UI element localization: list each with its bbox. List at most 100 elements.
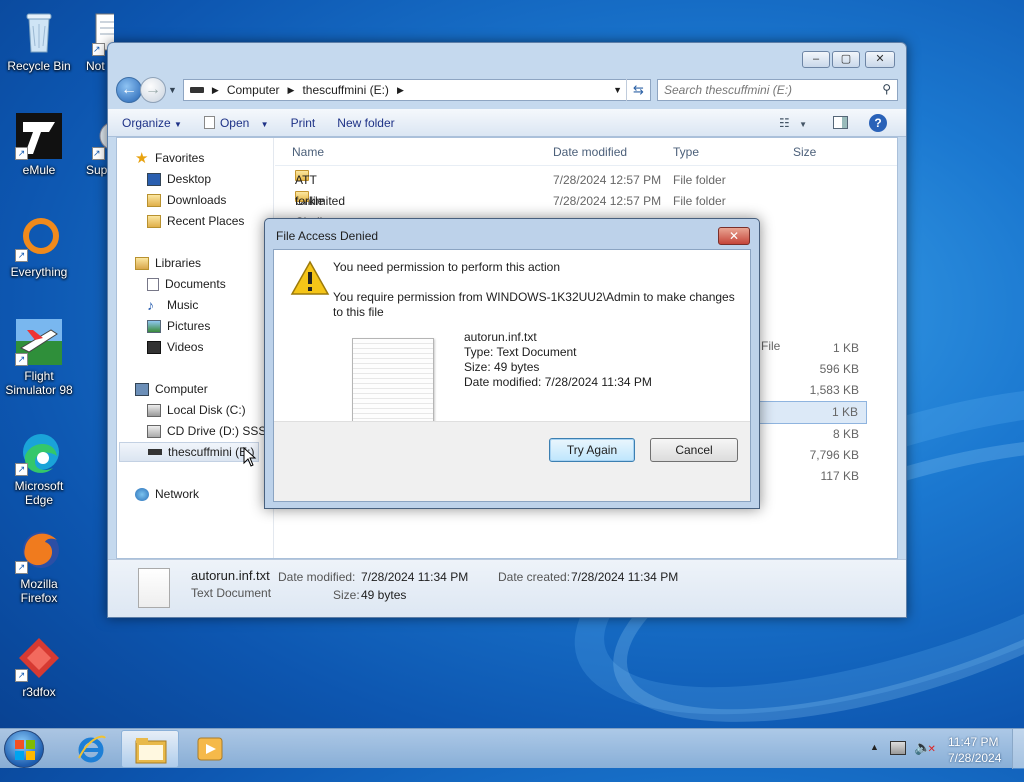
everything-icon: ↗ (15, 214, 63, 262)
start-button[interactable] (4, 730, 44, 768)
view-options-icon[interactable]: ☷ ▼ (779, 116, 807, 130)
nav-computer[interactable]: Computer (135, 379, 208, 399)
try-again-button[interactable]: Try Again (549, 438, 635, 462)
libraries-icon (135, 256, 149, 270)
print-button[interactable]: Print (291, 116, 316, 130)
file-type-partial: File (761, 339, 781, 353)
nav-music[interactable]: ♪ Music (147, 295, 198, 315)
file-size: 117 KB (820, 469, 859, 483)
nav-network[interactable]: Network (135, 484, 199, 504)
organize-label: Organize (122, 115, 171, 130)
column-name[interactable]: Name (292, 145, 324, 159)
nav-label: Videos (167, 340, 204, 354)
file-row[interactable]: forkle 7/28/2024 12:57 PM File folder (275, 191, 897, 212)
nav-documents[interactable]: Documents (147, 274, 226, 294)
desktop-icon-edge[interactable]: ↗ Microsoft Edge (3, 428, 75, 507)
recycle-bin-icon (15, 8, 63, 56)
column-size[interactable]: Size (793, 145, 816, 159)
desktop-icon-firefox[interactable]: ↗ Mozilla Firefox (3, 526, 75, 605)
address-bar[interactable]: ▶ Computer ▶ thescuffmini (E:) ▶ ▼ ⇆ (182, 79, 651, 101)
dialog-close-button[interactable]: ✕ (718, 227, 750, 245)
file-row[interactable]: ATT Unlimited Challenge 2 7/28/2024 12:5… (275, 170, 897, 250)
nav-recent-places[interactable]: Recent Places (147, 211, 244, 231)
address-dropdown-icon[interactable]: ▼ (613, 85, 622, 95)
dialog-message: You require permission from WINDOWS-1K32… (333, 290, 735, 319)
file-size: 7,796 KB (809, 448, 859, 462)
file-name: forkle (295, 194, 325, 208)
desktop-icon-flight-simulator[interactable]: ↗ Flight Simulator 98 (3, 318, 75, 397)
close-button[interactable]: ✕ (865, 51, 895, 68)
desktop-icon-label: Microsoft Edge (14, 479, 64, 507)
back-button[interactable]: ← (116, 77, 142, 103)
clock-time[interactable]: 11:47 PM (948, 735, 998, 749)
new-folder-button[interactable]: New folder (337, 116, 394, 130)
computer-icon (135, 382, 149, 396)
preview-pane-icon[interactable] (833, 116, 848, 129)
breadcrumb-computer[interactable]: Computer (227, 83, 280, 97)
nav-pictures[interactable]: Pictures (147, 316, 210, 336)
show-desktop-button[interactable] (1012, 729, 1024, 769)
breadcrumb-drive[interactable]: thescuffmini (E:) (302, 83, 388, 97)
details-pane: autorun.inf.txt Text Document Date modif… (108, 559, 906, 617)
help-icon[interactable]: ? (869, 113, 887, 132)
nav-label: Favorites (155, 151, 205, 165)
taskbar-file-explorer[interactable] (121, 730, 179, 768)
nav-label: thescuffmini (E:) (168, 445, 255, 459)
clock-date[interactable]: 7/28/2024 (948, 751, 1001, 765)
breadcrumb-separator-icon[interactable]: ▶ (397, 85, 404, 96)
desktop-icon-everything[interactable]: ↗ Everything (3, 214, 75, 279)
desktop-icon-label: Sup (86, 163, 108, 177)
music-icon: ♪ (147, 296, 154, 313)
maximize-button[interactable]: ▢ (832, 51, 860, 68)
network-tray-icon[interactable] (890, 741, 906, 755)
nav-downloads[interactable]: Downloads (147, 190, 226, 210)
recent-pages-dropdown-icon[interactable]: ▼ (168, 85, 177, 95)
desktop-icon-label: eMule (22, 163, 56, 177)
show-hidden-icons-icon[interactable]: ▲ (870, 742, 879, 752)
nav-cd-drive[interactable]: CD Drive (D:) SSS_X (147, 421, 273, 441)
breadcrumb-separator-icon[interactable]: ▶ (212, 85, 219, 96)
nav-libraries[interactable]: Libraries (135, 253, 201, 273)
breadcrumb-separator-icon[interactable]: ▶ (288, 85, 295, 96)
nav-desktop[interactable]: Desktop (147, 169, 211, 189)
forward-button[interactable]: → (140, 77, 166, 103)
open-label: Open (219, 115, 250, 130)
minimize-button[interactable]: – (802, 51, 830, 68)
volume-muted-icon[interactable]: 🔈✕ (914, 739, 936, 756)
nav-videos[interactable]: Videos (147, 337, 203, 357)
column-date-modified[interactable]: Date modified (553, 145, 627, 159)
network-icon (135, 487, 149, 501)
details-date-modified: 7/28/2024 11:34 PM (361, 570, 469, 584)
details-filetype: Text Document (191, 586, 272, 600)
desktop-icon-label: r3dfox (22, 685, 56, 699)
taskbar-media-player[interactable] (181, 730, 239, 768)
emule-icon: ↗ (15, 112, 63, 160)
desktop-icon-recycle-bin[interactable]: Recycle Bin (3, 8, 75, 73)
nav-label: Local Disk (C:) (167, 403, 246, 417)
cancel-button[interactable]: Cancel (650, 438, 738, 462)
file-type: File folder (673, 173, 726, 187)
search-input[interactable]: Search thescuffmini (E:) ⚲ (657, 79, 898, 101)
firefox-icon: ↗ (15, 526, 63, 574)
open-doc-icon (203, 115, 215, 129)
nav-label: Network (155, 487, 200, 501)
refresh-icon[interactable]: ⇆ (626, 79, 650, 101)
nav-thescuffmini[interactable]: thescuffmini (E:) (119, 442, 259, 462)
column-type[interactable]: Type (673, 145, 699, 159)
organize-button[interactable]: Organize ▼ (122, 116, 182, 130)
open-button[interactable]: Open ▼ (203, 115, 269, 130)
details-date-created-label: Date created: (498, 570, 571, 584)
nav-favorites[interactable]: ★ Favorites (135, 148, 204, 168)
dialog-footer: Try Again Cancel (274, 421, 750, 501)
nav-label: Recent Places (167, 214, 245, 228)
desktop-icon-label: Recycle Bin (7, 59, 71, 73)
warning-icon (290, 260, 330, 295)
star-icon: ★ (135, 149, 149, 167)
nav-local-disk[interactable]: Local Disk (C:) (147, 400, 246, 420)
taskbar-internet-explorer[interactable] (62, 730, 120, 768)
desktop-icon-sup[interactable]: ↗ Sup (78, 112, 108, 177)
details-file-icon (138, 568, 170, 608)
desktop-icon-emule[interactable]: ↗ eMule (3, 112, 75, 177)
recent-places-icon (147, 214, 161, 228)
desktop-icon-r3dfox[interactable]: ↗ r3dfox (3, 634, 75, 699)
